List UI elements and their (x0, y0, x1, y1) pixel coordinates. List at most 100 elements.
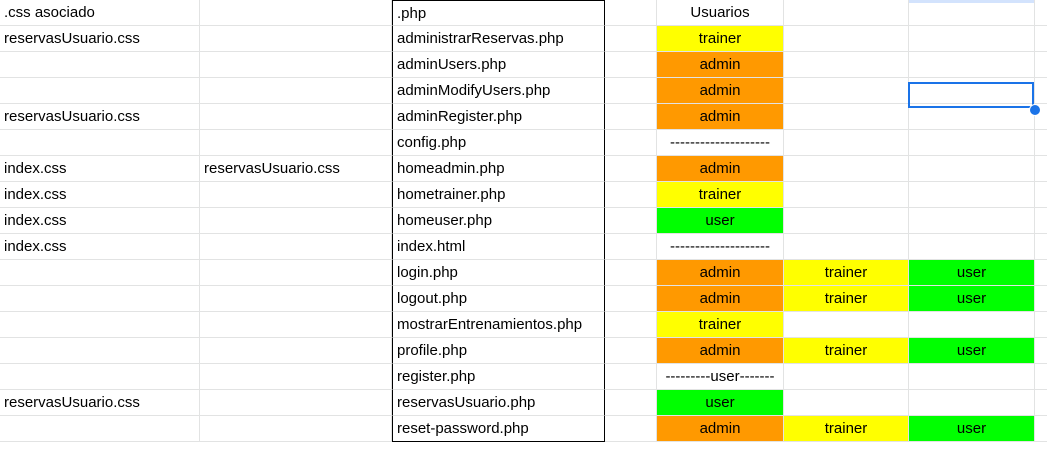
user-role-cell[interactable]: trainer (784, 260, 909, 286)
empty-cell[interactable] (1035, 26, 1047, 52)
empty-cell[interactable] (605, 234, 657, 260)
user-role-cell[interactable] (784, 182, 909, 208)
empty-cell[interactable] (605, 26, 657, 52)
empty-cell[interactable] (605, 364, 657, 390)
user-role-cell[interactable]: user (909, 416, 1035, 442)
empty-cell[interactable] (605, 338, 657, 364)
user-role-cell[interactable] (909, 78, 1035, 104)
user-role-cell[interactable]: admin (657, 78, 784, 104)
empty-cell[interactable] (605, 130, 657, 156)
secondary-css-cell[interactable] (200, 0, 392, 26)
empty-cell[interactable] (605, 416, 657, 442)
user-role-cell[interactable]: trainer (784, 338, 909, 364)
php-file-cell[interactable]: login.php (392, 260, 605, 286)
css-file-cell[interactable] (0, 130, 200, 156)
php-file-cell[interactable]: homeuser.php (392, 208, 605, 234)
user-role-cell[interactable]: admin (657, 104, 784, 130)
user-role-cell[interactable]: admin (657, 338, 784, 364)
css-file-cell[interactable] (0, 416, 200, 442)
empty-cell[interactable] (605, 260, 657, 286)
user-role-cell[interactable] (909, 26, 1035, 52)
css-file-cell[interactable] (0, 52, 200, 78)
user-role-cell[interactable]: admin (657, 260, 784, 286)
user-role-cell[interactable]: user (657, 390, 784, 416)
php-file-cell[interactable]: logout.php (392, 286, 605, 312)
php-file-cell[interactable]: reset-password.php (392, 416, 605, 442)
user-role-cell[interactable]: Usuarios (657, 0, 784, 26)
secondary-css-cell[interactable] (200, 338, 392, 364)
user-role-cell[interactable] (909, 364, 1035, 390)
empty-cell[interactable] (1035, 338, 1047, 364)
user-role-cell[interactable]: trainer (657, 26, 784, 52)
empty-cell[interactable] (1035, 156, 1047, 182)
user-role-cell[interactable] (784, 364, 909, 390)
empty-cell[interactable] (1035, 234, 1047, 260)
user-role-cell[interactable] (909, 390, 1035, 416)
user-role-cell[interactable] (784, 26, 909, 52)
secondary-css-cell[interactable] (200, 182, 392, 208)
user-role-cell[interactable]: trainer (784, 286, 909, 312)
user-role-cell[interactable] (784, 78, 909, 104)
empty-cell[interactable] (605, 156, 657, 182)
user-role-cell[interactable] (909, 0, 1035, 26)
user-role-cell[interactable] (784, 52, 909, 78)
php-file-cell[interactable]: config.php (392, 130, 605, 156)
php-file-cell[interactable]: adminUsers.php (392, 52, 605, 78)
user-role-cell[interactable] (784, 156, 909, 182)
secondary-css-cell[interactable] (200, 286, 392, 312)
empty-cell[interactable] (605, 390, 657, 416)
secondary-css-cell[interactable]: reservasUsuario.css (200, 156, 392, 182)
user-role-cell[interactable]: user (657, 208, 784, 234)
user-role-cell[interactable] (784, 104, 909, 130)
empty-cell[interactable] (1035, 208, 1047, 234)
user-role-cell[interactable]: admin (657, 52, 784, 78)
empty-cell[interactable] (605, 182, 657, 208)
empty-cell[interactable] (1035, 130, 1047, 156)
empty-cell[interactable] (605, 286, 657, 312)
user-role-cell[interactable] (909, 208, 1035, 234)
empty-cell[interactable] (1035, 364, 1047, 390)
secondary-css-cell[interactable] (200, 416, 392, 442)
empty-cell[interactable] (605, 0, 657, 26)
css-file-cell[interactable] (0, 286, 200, 312)
empty-cell[interactable] (1035, 260, 1047, 286)
empty-cell[interactable] (605, 52, 657, 78)
user-role-cell[interactable]: -------------------- (657, 130, 784, 156)
user-role-cell[interactable] (909, 104, 1035, 130)
secondary-css-cell[interactable] (200, 234, 392, 260)
secondary-css-cell[interactable] (200, 130, 392, 156)
secondary-css-cell[interactable] (200, 312, 392, 338)
empty-cell[interactable] (1035, 0, 1047, 26)
empty-cell[interactable] (605, 78, 657, 104)
user-role-cell[interactable]: admin (657, 286, 784, 312)
user-role-cell[interactable] (909, 130, 1035, 156)
css-file-cell[interactable]: reservasUsuario.css (0, 104, 200, 130)
css-file-cell[interactable] (0, 312, 200, 338)
user-role-cell[interactable]: admin (657, 416, 784, 442)
secondary-css-cell[interactable] (200, 104, 392, 130)
user-role-cell[interactable]: user (909, 338, 1035, 364)
user-role-cell[interactable] (909, 182, 1035, 208)
php-file-cell[interactable]: .php (392, 0, 605, 26)
user-role-cell[interactable]: trainer (657, 312, 784, 338)
empty-cell[interactable] (605, 312, 657, 338)
user-role-cell[interactable] (784, 312, 909, 338)
empty-cell[interactable] (1035, 78, 1047, 104)
user-role-cell[interactable]: -------------------- (657, 234, 784, 260)
user-role-cell[interactable]: trainer (784, 416, 909, 442)
css-file-cell[interactable] (0, 364, 200, 390)
css-file-cell[interactable]: index.css (0, 208, 200, 234)
php-file-cell[interactable]: profile.php (392, 338, 605, 364)
user-role-cell[interactable]: user (909, 260, 1035, 286)
secondary-css-cell[interactable] (200, 52, 392, 78)
css-file-cell[interactable]: .css asociado (0, 0, 200, 26)
php-file-cell[interactable]: adminRegister.php (392, 104, 605, 130)
user-role-cell[interactable]: user (909, 286, 1035, 312)
secondary-css-cell[interactable] (200, 26, 392, 52)
empty-cell[interactable] (605, 104, 657, 130)
user-role-cell[interactable]: ---------user------- (657, 364, 784, 390)
secondary-css-cell[interactable] (200, 260, 392, 286)
user-role-cell[interactable] (784, 0, 909, 26)
php-file-cell[interactable]: register.php (392, 364, 605, 390)
empty-cell[interactable] (1035, 312, 1047, 338)
